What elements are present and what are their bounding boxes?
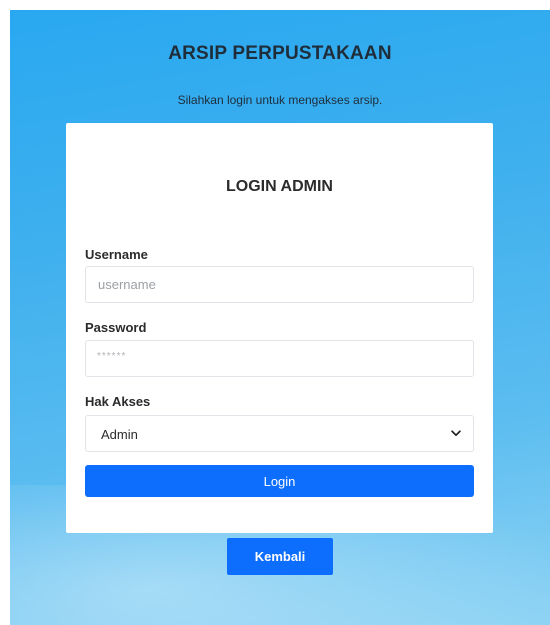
access-select[interactable]: Admin: [85, 415, 474, 452]
access-selected-value: Admin: [101, 427, 138, 442]
username-input[interactable]: [85, 266, 474, 303]
back-button[interactable]: Kembali: [227, 538, 333, 575]
username-label: Username: [85, 247, 148, 262]
login-card: LOGIN ADMIN Username Password ****** Hak…: [66, 123, 493, 533]
access-label: Hak Akses: [85, 394, 151, 409]
login-button[interactable]: Login: [85, 465, 474, 497]
login-card-title: LOGIN ADMIN: [226, 178, 333, 195]
page-title: ARSIP PERPUSTAKAAN: [168, 43, 392, 64]
password-placeholder: ******: [97, 351, 127, 362]
page-subtitle: Silahkan login untuk mengakses arsip.: [177, 93, 383, 107]
chevron-down-icon: [451, 430, 461, 437]
password-label: Password: [85, 320, 147, 335]
password-input[interactable]: [85, 340, 474, 377]
